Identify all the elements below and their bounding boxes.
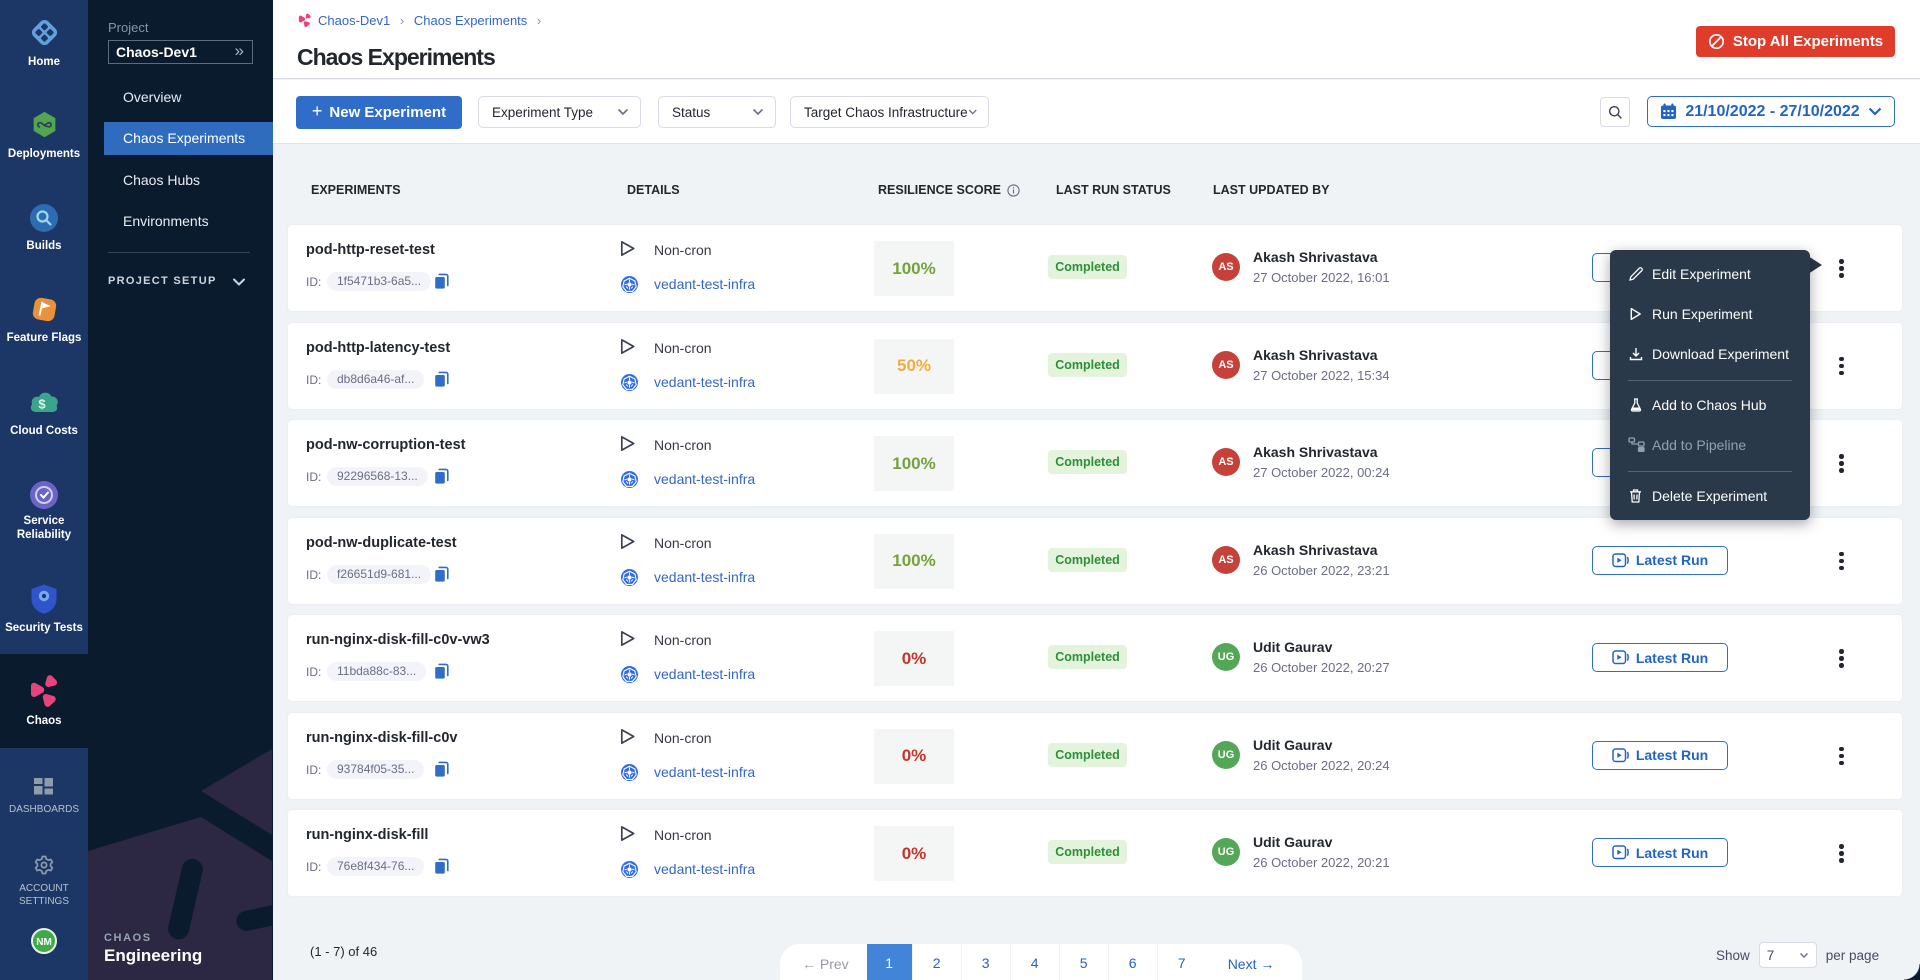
svg-text:$: $ <box>38 397 46 412</box>
